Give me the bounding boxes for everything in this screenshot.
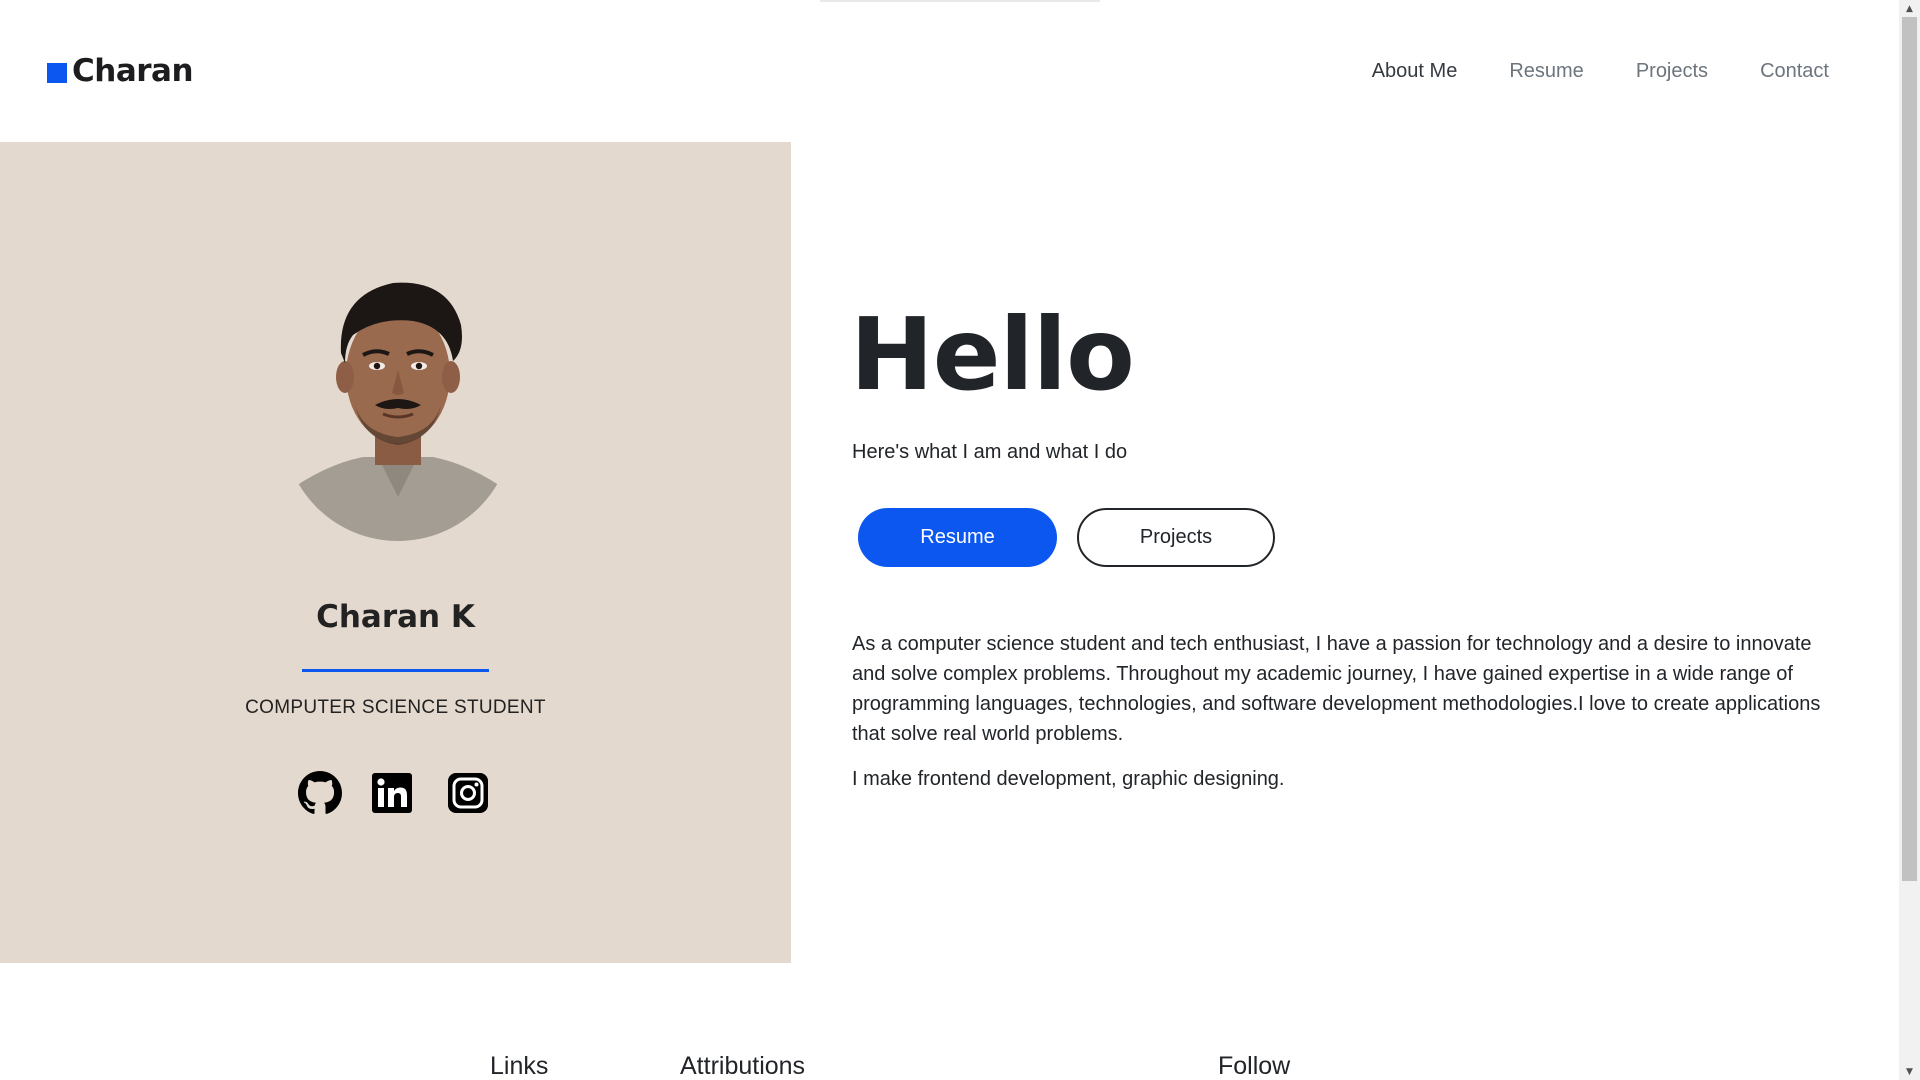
profile-card: Charan K COMPUTER SCIENCE STUDENT: [0, 142, 791, 963]
profile-role: COMPUTER SCIENCE STUDENT: [245, 697, 546, 718]
projects-button[interactable]: Projects: [1077, 508, 1275, 567]
avatar-image: [283, 265, 513, 541]
profile-name: Charan K: [316, 599, 475, 635]
nav-resume[interactable]: Resume: [1509, 56, 1583, 86]
logo-text: Charan: [72, 53, 194, 89]
hero-heading: Hello: [850, 296, 1135, 413]
about-paragraph: As a computer science student and tech e…: [852, 633, 1821, 745]
footer-follow-heading: Follow: [1218, 1052, 1291, 1080]
logo-square-icon: [47, 63, 67, 83]
scroll-up-icon[interactable]: ▲: [1899, 0, 1920, 17]
scrollbar-thumb[interactable]: [1902, 17, 1917, 881]
instagram-icon[interactable]: [446, 771, 490, 815]
nav-contact[interactable]: Contact: [1760, 56, 1829, 86]
footer-links-heading: Links: [490, 1052, 549, 1080]
footer-attributions-heading: Attributions: [680, 1052, 806, 1080]
scroll-down-icon[interactable]: ▼: [1899, 1063, 1920, 1080]
logo-link[interactable]: Charan: [47, 50, 194, 92]
linkedin-icon[interactable]: [370, 771, 414, 815]
nav-projects[interactable]: Projects: [1636, 56, 1708, 86]
resume-button[interactable]: Resume: [858, 508, 1057, 567]
github-icon[interactable]: [298, 771, 342, 815]
avatar: [283, 265, 513, 541]
page-scrollbar[interactable]: ▲ ▼: [1899, 0, 1920, 1080]
profile-divider: [302, 669, 489, 672]
nav-about-me[interactable]: About Me: [1372, 56, 1458, 86]
about-line-2: I make frontend development, graphic des…: [852, 768, 1285, 790]
page: Charan About Me Resume Projects Contact: [0, 0, 1899, 1080]
topbar-shadow: [820, 0, 1100, 2]
hero-subtitle: Here's what I am and what I do: [852, 441, 1128, 463]
main-nav: About Me Resume Projects Contact: [1372, 56, 1829, 86]
